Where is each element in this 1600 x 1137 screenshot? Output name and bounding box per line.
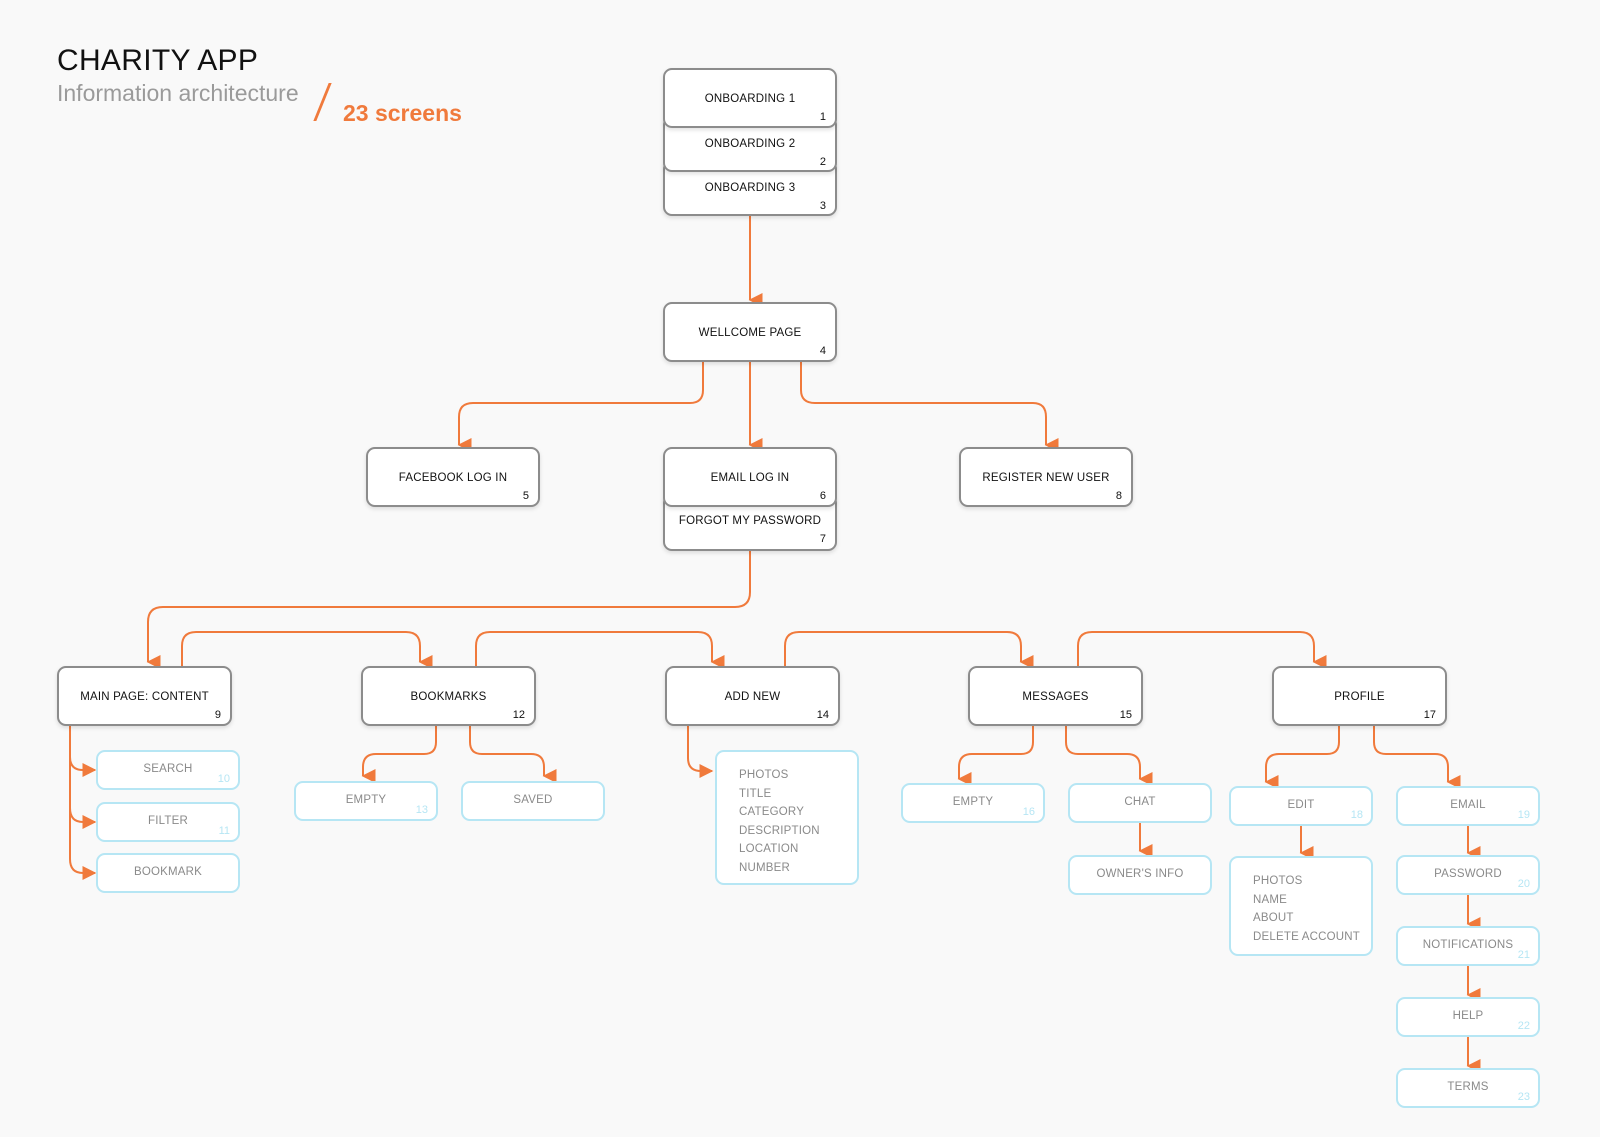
node-label: BOOKMARKS [410, 691, 487, 703]
connector-bookmarks-addnew [475, 631, 725, 669]
node-label: BOOKMARK [133, 866, 203, 878]
node-main-page-content[interactable]: MAIN PAGE: CONTENT 9 [57, 666, 232, 726]
node-add-new-fields[interactable]: PHOTOS TITLE CATEGORY DESCRIPTION LOCATI… [715, 750, 859, 885]
node-label: REGISTER NEW USER [982, 472, 1110, 484]
connector-welcome-register [800, 360, 1059, 452]
screen-number: 23 [1517, 1091, 1530, 1103]
connector-messages-empty [957, 726, 1034, 786]
node-filter[interactable]: FILTER 11 [96, 802, 240, 842]
field-item: TITLE [739, 787, 772, 800]
node-bookmarks-saved[interactable]: SAVED [461, 781, 605, 821]
node-label: ONBOARDING 3 [704, 182, 796, 194]
screen-number: 2 [819, 156, 826, 168]
connector-forgot-main [146, 551, 751, 669]
connector-bookmarks-empty [361, 726, 437, 783]
node-messages[interactable]: MESSAGES 15 [968, 666, 1143, 726]
screen-number: 12 [512, 709, 525, 721]
node-edit[interactable]: EDIT 18 [1229, 786, 1373, 826]
field-item: DELETE ACCOUNT [1253, 930, 1360, 943]
node-label: FILTER [148, 815, 188, 827]
node-label: FORGOT MY PASSWORD [678, 515, 822, 527]
node-label: FACEBOOK LOG IN [398, 472, 508, 484]
connector-profile-edit [1264, 726, 1340, 789]
node-messages-empty[interactable]: EMPTY 16 [901, 783, 1045, 823]
node-label: ONBOARDING 1 [704, 93, 796, 105]
connector-bookmarks-saved [469, 726, 557, 783]
node-facebook-login[interactable]: FACEBOOK LOG IN 5 [366, 447, 540, 507]
screen-number: 18 [1350, 809, 1363, 821]
node-label: WELLCOME PAGE [698, 327, 802, 339]
field-item: DESCRIPTION [739, 824, 820, 837]
screen-number: 7 [819, 533, 826, 545]
screen-number: 19 [1517, 809, 1530, 821]
node-email-login[interactable]: EMAIL LOG IN 6 [663, 447, 837, 507]
node-bookmarks[interactable]: BOOKMARKS 12 [361, 666, 536, 726]
node-notifications[interactable]: NOTIFICATIONS 21 [1396, 926, 1540, 966]
node-label: SAVED [513, 794, 553, 806]
add-new-field-list: PHOTOS TITLE CATEGORY DESCRIPTION LOCATI… [739, 766, 820, 877]
field-item: NUMBER [739, 861, 791, 874]
connector-addnew-fields [687, 726, 714, 778]
node-label: ADD NEW [724, 691, 781, 703]
field-item: PHOTOS [1253, 875, 1303, 887]
node-label: EMAIL LOG IN [710, 472, 790, 484]
screen-number: 4 [819, 345, 826, 357]
node-welcome-page[interactable]: WELLCOME PAGE 4 [663, 302, 837, 362]
field-item: CATEGORY [739, 806, 805, 818]
field-item: LOCATION [739, 843, 799, 855]
node-email-settings[interactable]: EMAIL 19 [1396, 786, 1540, 826]
edit-field-list: PHOTOS NAME ABOUT DELETE ACCOUNT [1253, 872, 1360, 946]
node-label: ONBOARDING 2 [704, 138, 796, 150]
screen-number: 3 [819, 200, 826, 212]
connector-profile-email [1373, 726, 1461, 789]
node-onboarding-1[interactable]: ONBOARDING 1 1 [663, 68, 837, 128]
field-item: PHOTOS [739, 769, 789, 781]
node-bookmarks-empty[interactable]: EMPTY 13 [294, 781, 438, 821]
node-label: CHAT [1124, 796, 1156, 808]
connector-main-search [69, 726, 97, 777]
node-add-new[interactable]: ADD NEW 14 [665, 666, 840, 726]
screen-number: 14 [816, 709, 829, 721]
screen-number: 22 [1517, 1020, 1530, 1032]
node-password[interactable]: PASSWORD 20 [1396, 855, 1540, 895]
node-register-new-user[interactable]: REGISTER NEW USER 8 [959, 447, 1133, 507]
screen-number: 9 [214, 709, 221, 721]
screen-number: 10 [217, 773, 230, 785]
screen-number: 17 [1423, 709, 1436, 721]
screen-number: 15 [1119, 709, 1132, 721]
node-bookmark[interactable]: BOOKMARK [96, 853, 240, 893]
screen-number: 20 [1517, 878, 1530, 890]
connector-addnew-messages [784, 631, 1034, 669]
screen-number: 21 [1517, 949, 1530, 961]
node-label: PROFILE [1334, 691, 1385, 703]
node-search[interactable]: SEARCH 10 [96, 750, 240, 790]
node-chat[interactable]: CHAT [1068, 783, 1212, 823]
node-owners-info[interactable]: OWNER'S INFO [1068, 855, 1212, 895]
screen-number: 16 [1022, 806, 1035, 818]
screen-number: 11 [218, 825, 230, 837]
connector-main-bookmarks [181, 631, 433, 669]
screen-number: 6 [819, 490, 826, 502]
node-terms[interactable]: TERMS 23 [1396, 1068, 1540, 1108]
node-profile[interactable]: PROFILE 17 [1272, 666, 1447, 726]
node-label: OWNER'S INFO [1096, 868, 1184, 880]
connector-messages-profile [1077, 631, 1327, 669]
node-edit-fields[interactable]: PHOTOS NAME ABOUT DELETE ACCOUNT [1229, 856, 1373, 956]
screen-number: 8 [1115, 490, 1122, 502]
field-item: NAME [1253, 893, 1288, 906]
connector-welcome-facebook [457, 360, 704, 452]
screen-number: 5 [522, 490, 529, 502]
field-item: ABOUT [1253, 912, 1294, 924]
node-label: MESSAGES [1022, 691, 1089, 703]
node-help[interactable]: HELP 22 [1396, 997, 1540, 1037]
node-label: MAIN PAGE: CONTENT [80, 691, 209, 703]
connector-messages-chat [1065, 726, 1153, 786]
screen-number: 1 [819, 111, 826, 123]
screen-number: 13 [415, 804, 428, 816]
